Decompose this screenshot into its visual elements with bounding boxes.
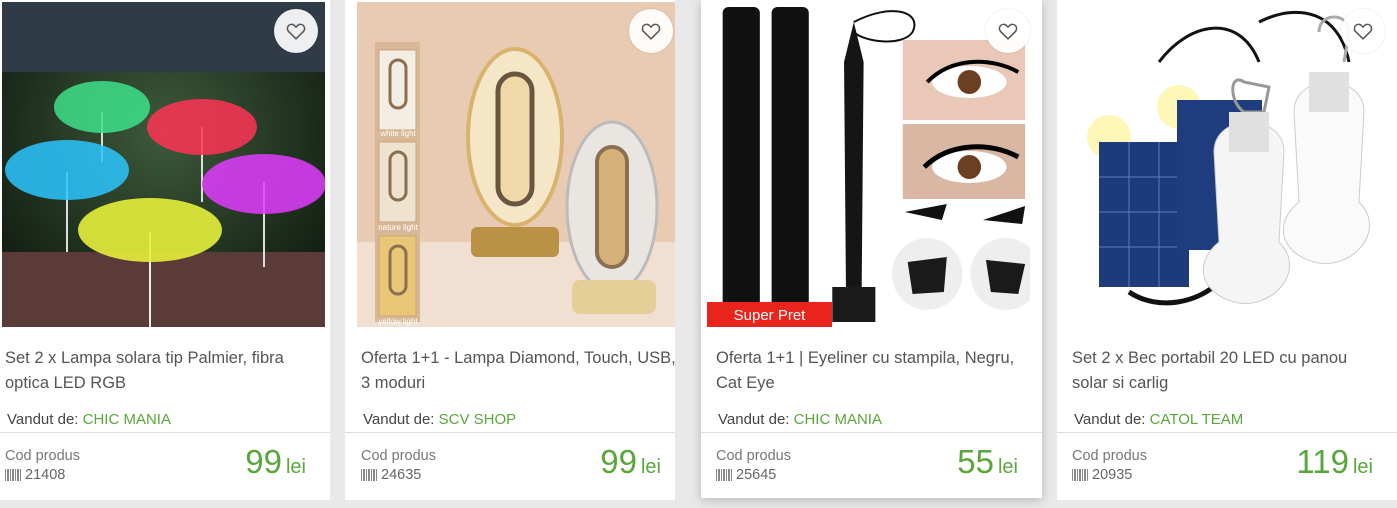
price-currency: lei — [997, 456, 1018, 478]
price-value: 119 — [1296, 443, 1349, 480]
seller-name[interactable]: SCV SHOP — [439, 411, 517, 428]
image-label: yellow light — [378, 317, 418, 326]
barcode-icon — [1072, 469, 1088, 481]
price-value: 99 — [600, 443, 637, 480]
divider — [1057, 432, 1397, 433]
product-title[interactable]: Set 2 x Lampa solara tip Palmier, fibra … — [5, 346, 320, 396]
product-image[interactable]: white light nature light yellow light — [357, 2, 675, 327]
product-card[interactable]: Set 2 x Lampa solara tip Palmier, fibra … — [0, 0, 330, 500]
product-title[interactable]: Oferta 1+1 | Eyeliner cu stampila, Negru… — [716, 346, 1031, 396]
heart-outline-icon — [286, 23, 306, 40]
image-label: white light — [379, 129, 416, 138]
heart-outline-icon — [998, 23, 1018, 40]
price-currency: lei — [640, 456, 661, 478]
product-code: 20935 — [1072, 467, 1132, 483]
product-image[interactable] — [2, 2, 325, 327]
price-currency: lei — [285, 456, 306, 478]
price-value: 99 — [245, 443, 282, 480]
product-title[interactable]: Set 2 x Bec portabil 20 LED cu panou sol… — [1072, 346, 1387, 396]
heart-outline-icon — [641, 23, 661, 40]
seller-info: Vandut de: CHIC MANIA — [718, 411, 882, 428]
product-code: 25645 — [716, 467, 776, 483]
super-pret-badge: Super Pret — [707, 302, 832, 327]
seller-prefix: Vandut de: — [1074, 411, 1146, 428]
favorite-button[interactable] — [986, 9, 1030, 53]
barcode-icon — [5, 469, 21, 481]
seller-info: Vandut de: CHIC MANIA — [7, 411, 171, 428]
favorite-button[interactable] — [1341, 9, 1385, 53]
code-value: 20935 — [1092, 467, 1133, 483]
product-code: 21408 — [5, 467, 65, 483]
product-card[interactable]: white light nature light yellow light Of… — [345, 0, 675, 500]
price: 99 lei — [245, 443, 306, 481]
favorite-button[interactable] — [629, 9, 673, 53]
code-value: 25645 — [736, 467, 777, 483]
code-value: 21408 — [25, 467, 66, 483]
seller-name[interactable]: CHIC MANIA — [83, 411, 171, 428]
seller-info: Vandut de: CATOL TEAM — [1074, 411, 1243, 428]
divider — [345, 432, 675, 433]
seller-name[interactable]: CHIC MANIA — [794, 411, 882, 428]
divider — [0, 432, 330, 433]
price-value: 55 — [957, 443, 994, 480]
favorite-button[interactable] — [274, 9, 318, 53]
barcode-icon — [361, 469, 377, 481]
code-label: Cod produs — [5, 448, 80, 464]
code-value: 24635 — [381, 467, 422, 483]
code-label: Cod produs — [1072, 448, 1147, 464]
code-label: Cod produs — [361, 448, 436, 464]
price: 119 lei — [1296, 443, 1373, 481]
product-code: 24635 — [361, 467, 421, 483]
seller-prefix: Vandut de: — [7, 411, 79, 428]
seller-name[interactable]: CATOL TEAM — [1150, 411, 1244, 428]
price: 55 lei — [957, 443, 1018, 481]
product-grid: Set 2 x Lampa solara tip Palmier, fibra … — [0, 0, 1397, 508]
product-card[interactable]: Super Pret Oferta 1+1 | Eyeliner cu stam… — [701, 0, 1042, 498]
code-label: Cod produs — [716, 448, 791, 464]
seller-prefix: Vandut de: — [718, 411, 790, 428]
heart-outline-icon — [1353, 23, 1373, 40]
product-image[interactable]: Super Pret — [707, 2, 1037, 327]
price-currency: lei — [1352, 456, 1373, 478]
divider — [701, 432, 1042, 433]
seller-prefix: Vandut de: — [363, 411, 435, 428]
product-title[interactable]: Oferta 1+1 - Lampa Diamond, Touch, USB, … — [361, 346, 675, 396]
product-card[interactable]: Set 2 x Bec portabil 20 LED cu panou sol… — [1057, 0, 1397, 500]
seller-info: Vandut de: SCV SHOP — [363, 411, 516, 428]
price: 99 lei — [600, 443, 661, 481]
barcode-icon — [716, 469, 732, 481]
image-label: nature light — [378, 223, 418, 232]
product-image[interactable] — [1069, 2, 1392, 327]
